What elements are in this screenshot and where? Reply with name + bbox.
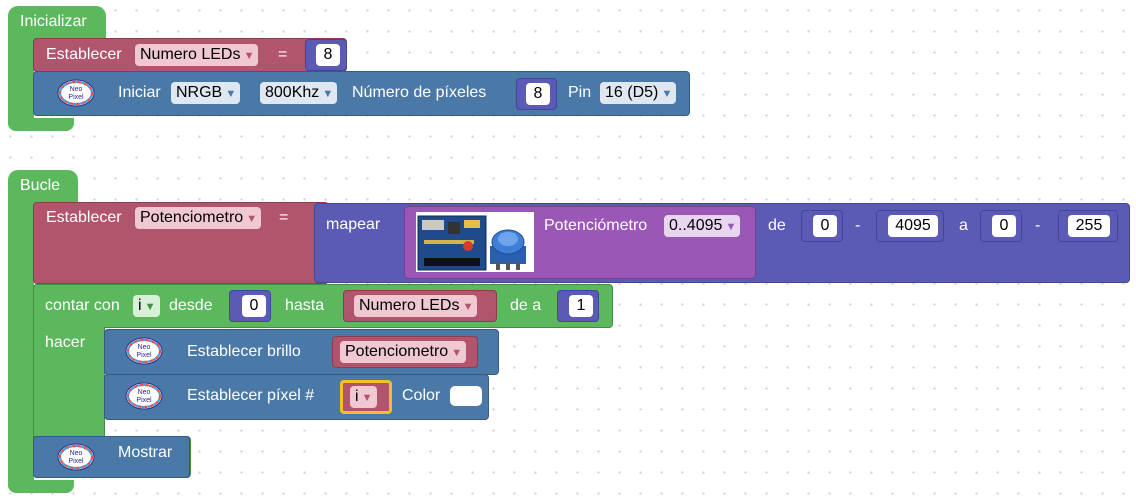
dropdown-arrow-icon: ▼ [144,301,156,313]
loop-block-spine [8,194,34,492]
step-word: de a [510,297,542,314]
svg-text:Neo: Neo [138,344,151,351]
loop-hat-label: Bucle [20,177,61,194]
neopixel-ring-icon: Neo Pixel [125,337,163,365]
svg-text:Pixel: Pixel [68,94,84,101]
dropdown-arrow-icon: ▼ [243,50,255,62]
type-dropdown[interactable]: NRGB ▼ [171,82,241,104]
pixel-var: i [355,388,359,405]
init-block-spine [8,30,34,131]
dropdown-arrow-icon: ▼ [462,301,474,313]
dropdown-arrow-icon: ▼ [725,221,737,233]
set-label: Establecer [46,209,122,226]
set-label: Establecer [46,46,122,63]
dash-separator: - [855,217,861,234]
from-max-input[interactable]: 4095 [888,215,938,237]
count-label: contar con [45,297,120,314]
pixel-var-dropdown[interactable]: i ▼ [350,386,377,408]
type-value: NRGB [176,84,223,101]
pin-label: Pin [568,84,592,101]
count-to-var-dropdown[interactable]: Numero LEDs ▼ [354,295,478,317]
num-leds-input[interactable]: 8 [316,44,340,66]
from-min-input[interactable]: 0 [813,215,837,237]
var-name: Numero LEDs [140,46,241,63]
neopixel-ring-icon: Neo Pixel [57,79,95,107]
dropdown-arrow-icon: ▼ [225,88,237,100]
until-word: hasta [285,297,325,314]
color-label: Color [402,387,441,404]
pixels-label: Número de píxeles [352,84,487,101]
show-label: Mostrar [118,444,173,461]
sensor-range-dropdown[interactable]: 0..4095 ▼ [664,215,741,237]
count-from-input[interactable]: 0 [242,295,266,317]
map-label: mapear [326,216,381,233]
init-block-bottom [8,118,74,131]
to-max-input[interactable]: 255 [1068,215,1110,237]
pixel-label: Establecer píxel # [187,387,315,404]
sensor-label: Potenciómetro [544,217,648,234]
pin-dropdown[interactable]: 16 (D5) ▼ [600,82,677,104]
from-word: desde [169,297,213,314]
svg-text:Pixel: Pixel [68,458,84,465]
to-label: a [959,217,968,234]
do-label: hacer [45,334,86,351]
brightness-label: Establecer brillo [187,343,301,360]
svg-text:Neo: Neo [138,389,151,396]
pin-value: 16 (D5) [605,84,659,101]
neopixel-ring-icon: Neo Pixel [125,382,163,410]
equals-sign: = [278,46,288,63]
svg-text:Pixel: Pixel [136,352,152,359]
svg-text:Neo: Neo [70,86,83,93]
brightness-var-dropdown[interactable]: Potenciometro ▼ [340,341,467,363]
dropdown-arrow-icon: ▼ [322,88,334,100]
dropdown-arrow-icon: ▼ [361,392,373,404]
equals-sign: = [279,209,289,226]
sensor-range-value: 0..4095 [669,217,723,234]
var-dropdown-potenciometro[interactable]: Potenciometro ▼ [135,207,262,229]
dropdown-arrow-icon: ▼ [246,213,258,225]
var-dropdown-numero-leds[interactable]: Numero LEDs ▼ [135,44,259,66]
to-min-input[interactable]: 0 [992,215,1016,237]
step-input[interactable]: 1 [569,295,593,317]
init-hat-label: Inicializar [20,13,87,30]
dropdown-arrow-icon: ▼ [451,347,463,359]
color-swatch[interactable] [450,386,482,406]
svg-text:Pixel: Pixel [136,397,152,404]
start-label: Iniciar [118,84,161,101]
frequency-dropdown[interactable]: 800Khz ▼ [260,82,338,104]
from-label: de [768,217,786,234]
svg-text:Neo: Neo [70,450,83,457]
count-var-dropdown[interactable]: i ▼ [133,295,160,317]
neopixel-ring-icon: Neo Pixel [57,443,95,471]
count-to-var: Numero LEDs [359,297,460,314]
brightness-var: Potenciometro [345,343,449,360]
dropdown-arrow-icon: ▼ [661,88,673,100]
frequency-value: 800Khz [265,84,320,101]
loop-block-bottom [8,480,74,493]
dash-separator: - [1035,217,1041,234]
pixels-input[interactable]: 8 [526,83,550,105]
potentiometer-board-image [416,212,534,272]
count-var: i [138,297,142,314]
var-name: Potenciometro [140,209,244,226]
